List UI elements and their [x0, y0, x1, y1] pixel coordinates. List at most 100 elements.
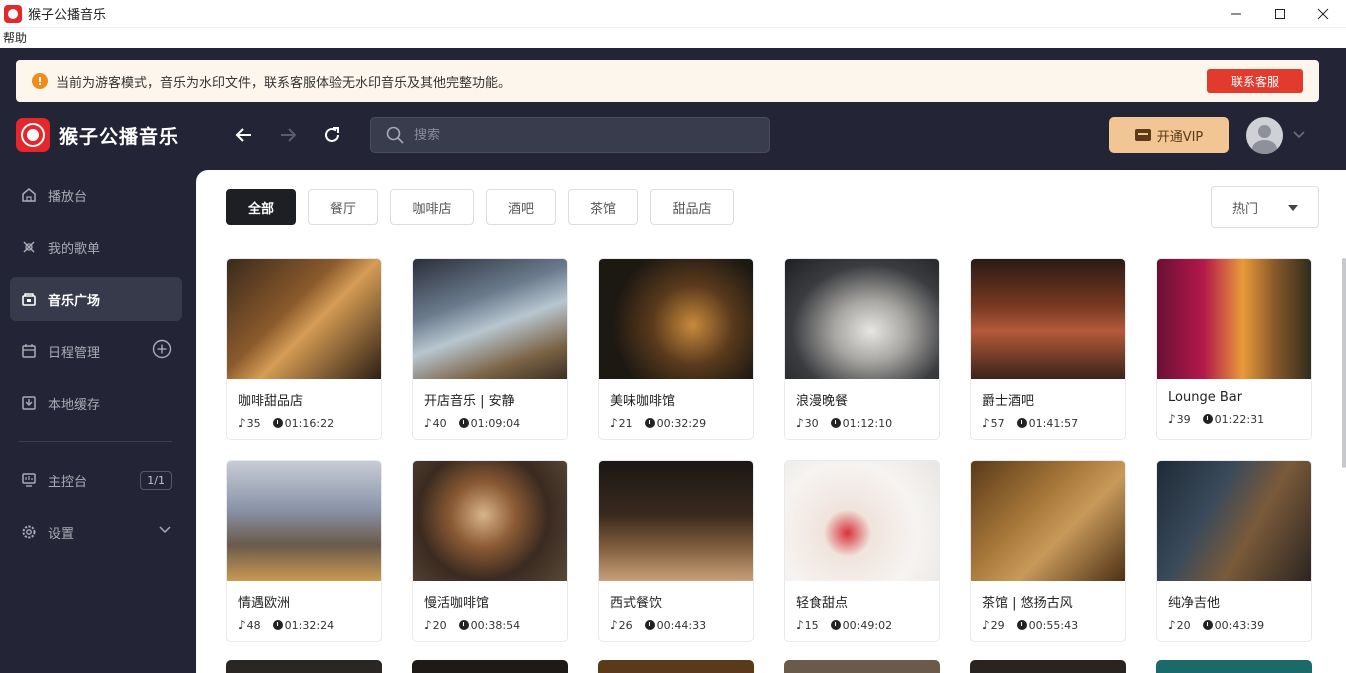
brand: 猴子公播音乐 — [16, 118, 179, 152]
playlist-card-peek — [1156, 660, 1312, 673]
music-note-icon: ♪ — [1168, 618, 1176, 632]
search-bar[interactable] — [370, 117, 770, 153]
sidebar-item-label: 我的歌单 — [48, 241, 101, 257]
maximize-button[interactable] — [1257, 0, 1303, 27]
clock-icon — [1202, 620, 1213, 630]
sidebar-item-my-playlists[interactable]: 我的歌单 — [10, 225, 182, 269]
playlist-name: 西式餐饮 — [610, 596, 663, 611]
track-count: 20 — [432, 618, 447, 632]
contact-support-button[interactable]: 联系客服 — [1207, 69, 1303, 93]
playlist-card-peek — [784, 660, 940, 673]
playlist-duration: 01:22:31 — [1214, 412, 1265, 426]
warning-icon: ! — [32, 73, 48, 89]
playlist-card-peek — [598, 660, 754, 673]
playlist-cover — [971, 461, 1125, 581]
playlist-cover — [227, 259, 381, 379]
sort-value: 热门 — [1232, 201, 1259, 217]
playlist-name: 情遇欧洲 — [238, 596, 291, 611]
music-note-icon: ♪ — [796, 618, 804, 632]
clock-icon — [458, 418, 469, 428]
sidebar-divider — [18, 441, 172, 442]
notice-text: 当前为游客模式，音乐为水印文件，联系客服体验无水印音乐及其他完整功能。 — [56, 75, 512, 91]
maximize-icon — [1275, 8, 1285, 19]
playlist-cover — [785, 461, 939, 581]
playlist-card[interactable]: 浪漫晚餐 ♪ 30 01:12:10 — [784, 258, 940, 440]
track-count: 35 — [246, 416, 261, 430]
sidebar-item-settings[interactable]: 设置 — [10, 510, 182, 554]
playlist-card[interactable]: 开店音乐 | 安静 ♪ 40 01:09:04 — [412, 258, 568, 440]
playlist-card[interactable]: 咖啡甜品店 ♪ 35 01:16:22 — [226, 258, 382, 440]
playlist-duration: 00:43:39 — [1214, 618, 1265, 632]
playlist-duration: 01:32:24 — [284, 618, 335, 632]
sidebar-item-master-console[interactable]: 主控台 1/1 — [10, 458, 182, 502]
minimize-button[interactable] — [1213, 0, 1259, 27]
track-count: 26 — [618, 618, 633, 632]
playlist-duration: 01:12:10 — [842, 416, 893, 430]
filter-chip-bar[interactable]: 酒吧 — [486, 189, 556, 225]
playlist-cover — [227, 461, 381, 581]
title-bar: 猴子公播音乐 — [0, 0, 1346, 27]
playlist-name: 浪漫晚餐 — [796, 394, 849, 409]
playlist-card[interactable]: 轻食甜点 ♪ 15 00:49:02 — [784, 460, 940, 642]
search-input[interactable] — [414, 127, 744, 143]
clock-icon — [272, 418, 283, 428]
playlist-name: 轻食甜点 — [796, 596, 849, 611]
track-count: 15 — [804, 618, 819, 632]
sidebar-item-local-cache[interactable]: 本地缓存 — [10, 381, 182, 425]
playlist-card[interactable]: 茶馆 | 悠扬古风 ♪ 29 00:55:43 — [970, 460, 1126, 642]
playlist-name: Lounge Bar — [1168, 390, 1243, 405]
clock-icon — [1016, 418, 1027, 428]
track-count: 39 — [1176, 412, 1191, 426]
playlist-card[interactable]: 爵士酒吧 ♪ 57 01:41:57 — [970, 258, 1126, 440]
playlist-card[interactable]: 美味咖啡馆 ♪ 21 00:32:29 — [598, 258, 754, 440]
music-note-icon: ♪ — [424, 416, 432, 430]
avatar[interactable] — [1246, 117, 1283, 154]
arrow-right-icon — [281, 128, 297, 142]
back-button[interactable] — [231, 122, 257, 148]
chevron-down-icon[interactable] — [158, 523, 172, 541]
chevron-down-icon[interactable] — [1292, 128, 1306, 142]
playlist-duration: 00:44:33 — [656, 618, 707, 632]
playlist-cover — [599, 461, 753, 581]
music-note-icon: ♪ — [1168, 412, 1176, 426]
playlist-icon — [20, 238, 38, 256]
menu-help[interactable]: 帮助 — [3, 31, 27, 45]
open-vip-button[interactable]: 开通VIP — [1109, 117, 1229, 153]
playlist-card[interactable]: 西式餐饮 ♪ 26 00:44:33 — [598, 460, 754, 642]
app-logo-icon — [4, 4, 22, 23]
close-button[interactable] — [1300, 0, 1346, 27]
home-icon — [20, 186, 38, 204]
vertical-scrollbar[interactable] — [1342, 258, 1346, 468]
playlist-card[interactable]: 纯净吉他 ♪ 20 00:43:39 — [1156, 460, 1312, 642]
filter-chip-restaurant[interactable]: 餐厅 — [308, 189, 378, 225]
forward-button[interactable] — [275, 122, 301, 148]
playlist-name: 慢活咖啡馆 — [424, 596, 490, 611]
music-square-icon — [20, 290, 38, 308]
clock-icon — [458, 620, 469, 630]
playlist-card-peek — [226, 660, 382, 673]
app-body: ! 当前为游客模式，音乐为水印文件，联系客服体验无水印音乐及其他完整功能。 联系… — [0, 48, 1346, 673]
playlist-card[interactable]: Lounge Bar ♪ 39 01:22:31 — [1156, 258, 1312, 440]
sidebar-item-schedule[interactable]: 日程管理 — [10, 329, 182, 373]
console-count-badge: 1/1 — [140, 470, 172, 490]
minimize-icon — [1231, 13, 1241, 14]
playlist-card[interactable]: 慢活咖啡馆 ♪ 20 00:38:54 — [412, 460, 568, 642]
sidebar-item-music-square[interactable]: 音乐广场 — [10, 277, 182, 321]
sidebar-item-console[interactable]: 播放台 — [10, 173, 182, 217]
refresh-button[interactable] — [319, 122, 345, 148]
playlist-duration: 01:41:57 — [1028, 416, 1079, 430]
filter-chip-cafe[interactable]: 咖啡店 — [390, 189, 474, 225]
filter-chip-all[interactable]: 全部 — [226, 189, 296, 225]
filter-chip-dessert[interactable]: 甜品店 — [650, 189, 734, 225]
filter-chip-teahouse[interactable]: 茶馆 — [568, 189, 638, 225]
sort-select[interactable]: 热门 — [1211, 186, 1319, 228]
sidebar-item-label: 本地缓存 — [48, 397, 101, 413]
playlist-cover — [971, 259, 1125, 379]
playlist-name: 开店音乐 | 安静 — [424, 394, 515, 409]
playlist-name: 咖啡甜品店 — [238, 394, 304, 409]
add-schedule-icon[interactable] — [152, 339, 172, 363]
playlist-card[interactable]: 情遇欧洲 ♪ 48 01:32:24 — [226, 460, 382, 642]
sidebar-item-label: 音乐广场 — [48, 293, 101, 309]
playlist-cover — [413, 259, 567, 379]
menu-bar: 帮助 — [0, 27, 1346, 48]
